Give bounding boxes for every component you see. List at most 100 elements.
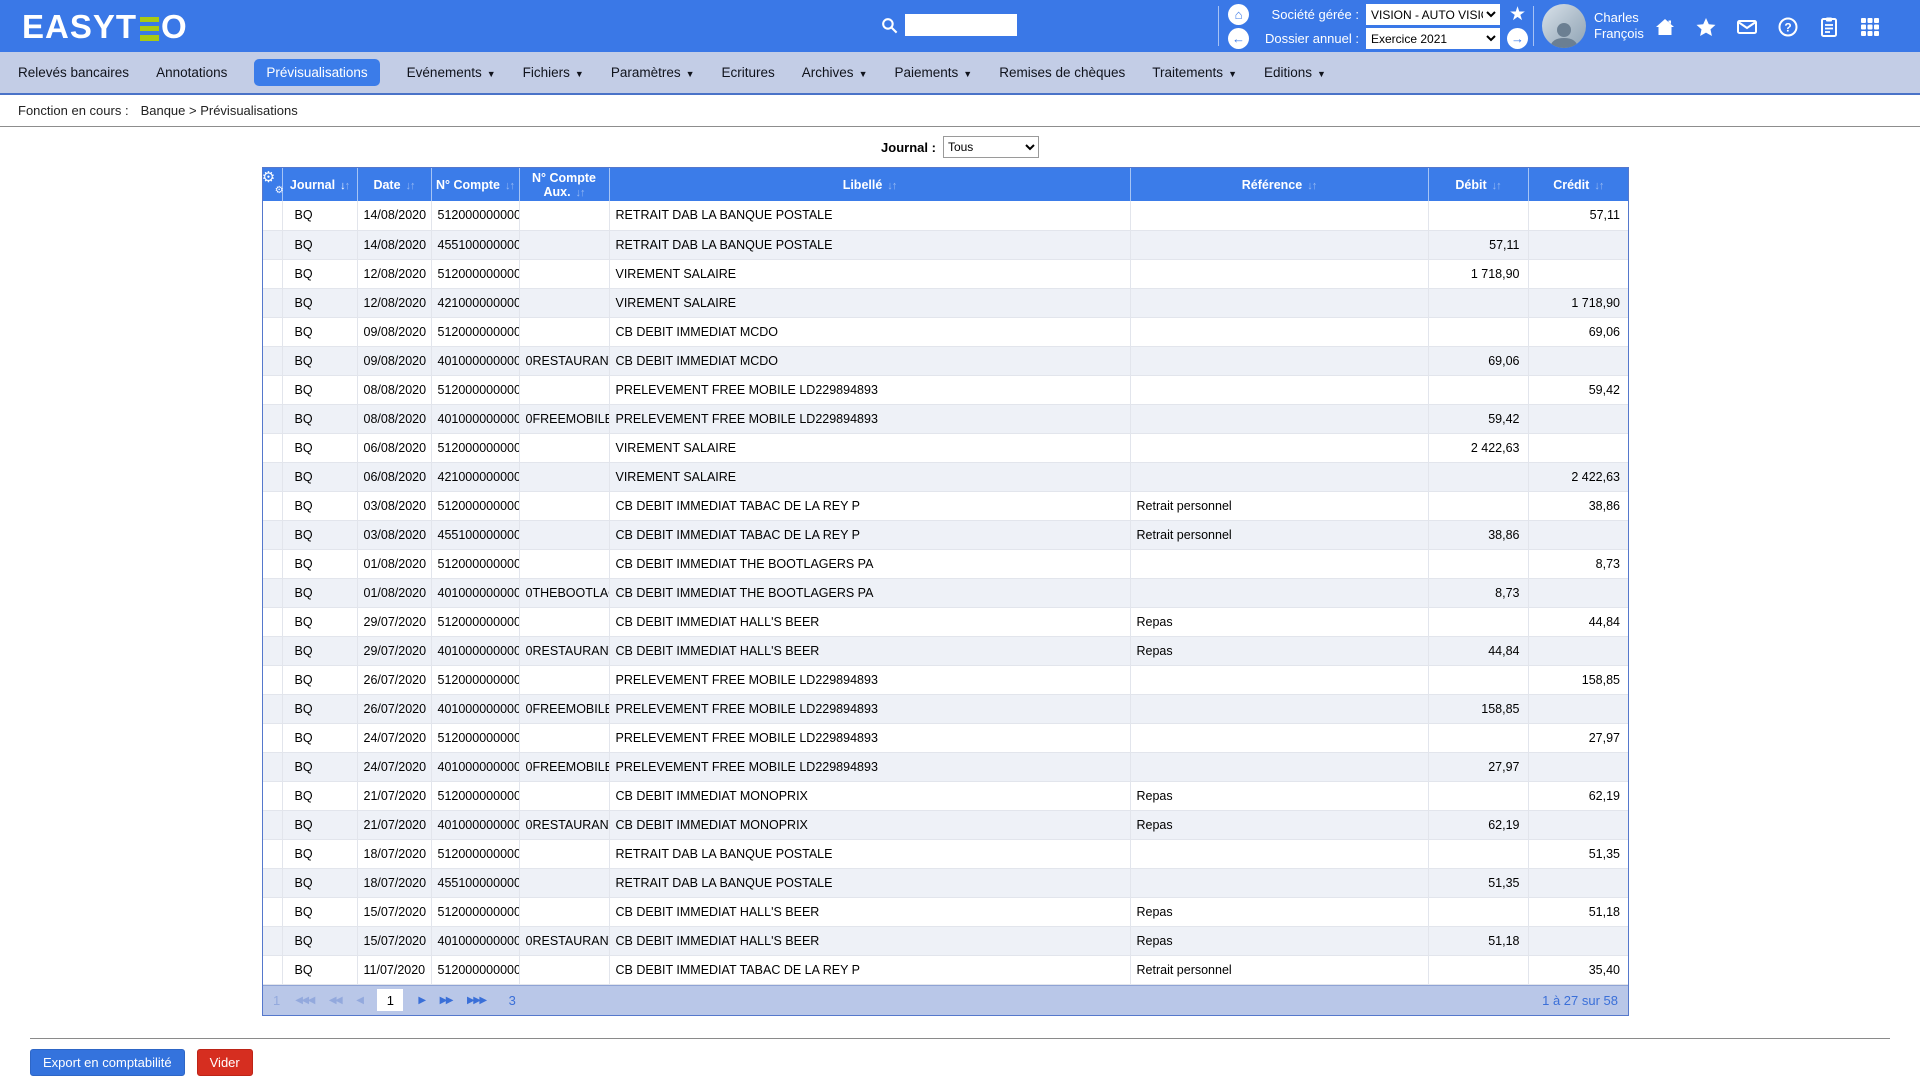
table-row[interactable]: BQ03/08/2020512000000000CB DEBIT IMMEDIA…	[263, 491, 1628, 520]
cell-compte: 401000000000	[431, 578, 519, 607]
page-first-icon[interactable]: ◀◀◀	[295, 995, 314, 1006]
table-row[interactable]: BQ06/08/2020421000000000VIREMENT SALAIRE…	[263, 462, 1628, 491]
cell-journal: BQ	[282, 723, 357, 752]
table-row[interactable]: BQ09/08/2020512000000000CB DEBIT IMMEDIA…	[263, 317, 1628, 346]
apps-grid-icon[interactable]	[1857, 14, 1882, 39]
nav-item-archives[interactable]: Archives▼	[802, 65, 868, 80]
nav-item-traitements[interactable]: Traitements▼	[1152, 65, 1237, 80]
global-search	[880, 14, 1017, 36]
company-favorite-star-icon[interactable]: ★	[1509, 5, 1526, 24]
pagination-last-page-number[interactable]: 3	[509, 993, 516, 1008]
table-row[interactable]: BQ21/07/2020512000000000CB DEBIT IMMEDIA…	[263, 781, 1628, 810]
table-row[interactable]: BQ26/07/2020512000000000PRELEVEMENT FREE…	[263, 665, 1628, 694]
cell-compte: 401000000000	[431, 636, 519, 665]
cell-reference: Repas	[1130, 897, 1428, 926]
cell-libelle: CB DEBIT IMMEDIAT HALL'S BEER	[609, 897, 1130, 926]
cell-compte-aux	[519, 839, 609, 868]
clear-button[interactable]: Vider	[197, 1049, 253, 1076]
table-row[interactable]: BQ01/08/2020512000000000CB DEBIT IMMEDIA…	[263, 549, 1628, 578]
table-row[interactable]: BQ26/07/20204010000000000FREEMOBILE0PREL…	[263, 694, 1628, 723]
folder-select[interactable]: Exercice 2021	[1366, 28, 1500, 49]
nav-item-remises-de-ch-ques[interactable]: Remises de chèques	[999, 65, 1125, 80]
pagination-fwd-group: ▶▶▶▶▶▶	[418, 995, 485, 1006]
mail-icon[interactable]	[1734, 14, 1759, 39]
column-header-r-f-rence[interactable]: Référence↓↑	[1130, 168, 1428, 201]
cell-libelle: CB DEBIT IMMEDIAT HALL'S BEER	[609, 636, 1130, 665]
table-row[interactable]: BQ15/07/2020512000000000CB DEBIT IMMEDIA…	[263, 897, 1628, 926]
cell-journal: BQ	[282, 462, 357, 491]
table-row[interactable]: BQ01/08/20204010000000000THEBOOTLAG0CB D…	[263, 578, 1628, 607]
cell-compte-aux	[519, 520, 609, 549]
table-row[interactable]: BQ29/07/20204010000000000RESTAURANT0CB D…	[263, 636, 1628, 665]
table-row[interactable]: BQ15/07/20204010000000000RESTAURANT0CB D…	[263, 926, 1628, 955]
table-row[interactable]: BQ21/07/20204010000000000RESTAURANT0CB D…	[263, 810, 1628, 839]
page-next-icon[interactable]: ▶	[418, 995, 424, 1006]
nav-item-fichiers[interactable]: Fichiers▼	[523, 65, 584, 80]
cell-date: 06/08/2020	[357, 462, 431, 491]
export-button[interactable]: Export en comptabilité	[30, 1049, 185, 1076]
folder-back-icon[interactable]: ←	[1228, 28, 1249, 49]
table-row[interactable]: BQ14/08/2020455100000000RETRAIT DAB LA B…	[263, 230, 1628, 259]
cell-compte-aux	[519, 955, 609, 984]
journal-select[interactable]: Tous	[943, 136, 1039, 158]
column-header-n-compte[interactable]: N° Compte↓↑	[431, 168, 519, 201]
column-header-n-compte-aux-[interactable]: N° Compte Aux.↓↑	[519, 168, 609, 201]
nav-item-param-tres[interactable]: Paramètres▼	[611, 65, 695, 80]
search-input[interactable]	[905, 14, 1017, 36]
cell-libelle: RETRAIT DAB LA BANQUE POSTALE	[609, 839, 1130, 868]
cell-compte-aux	[519, 607, 609, 636]
pagination-current-page: 1	[377, 989, 403, 1011]
nav-item-paiements[interactable]: Paiements▼	[894, 65, 972, 80]
nav-item-pr-visualisations[interactable]: Prévisualisations	[254, 59, 379, 86]
cell-credit: 51,35	[1528, 839, 1628, 868]
column-header-journal[interactable]: Journal↓↑	[282, 168, 357, 201]
row-gear-cell	[263, 346, 282, 375]
table-row[interactable]: BQ29/07/2020512000000000CB DEBIT IMMEDIA…	[263, 607, 1628, 636]
table-row[interactable]: BQ24/07/20204010000000000FREEMOBILE0PREL…	[263, 752, 1628, 781]
table-row[interactable]: BQ24/07/2020512000000000PRELEVEMENT FREE…	[263, 723, 1628, 752]
page-back-fast-icon[interactable]: ◀◀	[329, 995, 341, 1006]
nav-item-ev-nements[interactable]: Evénements▼	[407, 65, 496, 80]
cell-date: 26/07/2020	[357, 665, 431, 694]
cell-compte-aux	[519, 288, 609, 317]
previews-table: ⚙⚙ Journal↓↑Date↓↑N° Compte↓↑N° Compte A…	[263, 168, 1628, 985]
table-row[interactable]: BQ03/08/2020455100000000CB DEBIT IMMEDIA…	[263, 520, 1628, 549]
page-fwd-fast-icon[interactable]: ▶▶	[440, 995, 452, 1006]
cell-reference	[1130, 404, 1428, 433]
table-row[interactable]: BQ08/08/20204010000000000FREEMOBILE0PREL…	[263, 404, 1628, 433]
column-header-libell-[interactable]: Libellé↓↑	[609, 168, 1130, 201]
table-row[interactable]: BQ18/07/2020455100000000RETRAIT DAB LA B…	[263, 868, 1628, 897]
table-row[interactable]: BQ09/08/20204010000000000RESTAURANT0CB D…	[263, 346, 1628, 375]
table-row[interactable]: BQ14/08/2020512000000000RETRAIT DAB LA B…	[263, 201, 1628, 230]
page-prev-icon[interactable]: ◀	[356, 995, 362, 1006]
favorites-star-icon[interactable]	[1693, 14, 1718, 39]
nav-item-annotations[interactable]: Annotations	[156, 65, 227, 80]
company-select[interactable]: VISION - AUTO VISION	[1366, 4, 1500, 25]
cell-reference	[1130, 462, 1428, 491]
home-icon[interactable]	[1652, 14, 1677, 39]
nav-item-ecritures[interactable]: Ecritures	[722, 65, 775, 80]
help-icon[interactable]: ?	[1775, 14, 1800, 39]
table-row[interactable]: BQ08/08/2020512000000000PRELEVEMENT FREE…	[263, 375, 1628, 404]
table-row[interactable]: BQ12/08/2020421000000000VIREMENT SALAIRE…	[263, 288, 1628, 317]
chevron-down-icon: ▼	[487, 69, 496, 79]
nav-item-editions[interactable]: Editions▼	[1264, 65, 1326, 80]
user-avatar[interactable]	[1542, 4, 1586, 48]
cell-credit: 59,42	[1528, 375, 1628, 404]
column-header-cr-dit[interactable]: Crédit↓↑	[1528, 168, 1628, 201]
table-row[interactable]: BQ06/08/2020512000000000VIREMENT SALAIRE…	[263, 433, 1628, 462]
cell-date: 12/08/2020	[357, 259, 431, 288]
cell-compte-aux	[519, 259, 609, 288]
column-header-date[interactable]: Date↓↑	[357, 168, 431, 201]
nav-item-relev-s-bancaires[interactable]: Relevés bancaires	[18, 65, 129, 80]
cell-debit: 62,19	[1428, 810, 1528, 839]
column-header-d-bit[interactable]: Débit↓↑	[1428, 168, 1528, 201]
page-last-icon[interactable]: ▶▶▶	[467, 995, 486, 1006]
notes-icon[interactable]	[1816, 14, 1841, 39]
column-settings-gears-icon[interactable]: ⚙⚙	[263, 168, 282, 201]
folder-forward-icon[interactable]: →	[1507, 28, 1528, 49]
table-row[interactable]: BQ18/07/2020512000000000RETRAIT DAB LA B…	[263, 839, 1628, 868]
table-row[interactable]: BQ12/08/2020512000000000VIREMENT SALAIRE…	[263, 259, 1628, 288]
table-row[interactable]: BQ11/07/2020512000000000CB DEBIT IMMEDIA…	[263, 955, 1628, 984]
breadcrumb: Fonction en cours : Banque > Prévisualis…	[0, 95, 1920, 127]
